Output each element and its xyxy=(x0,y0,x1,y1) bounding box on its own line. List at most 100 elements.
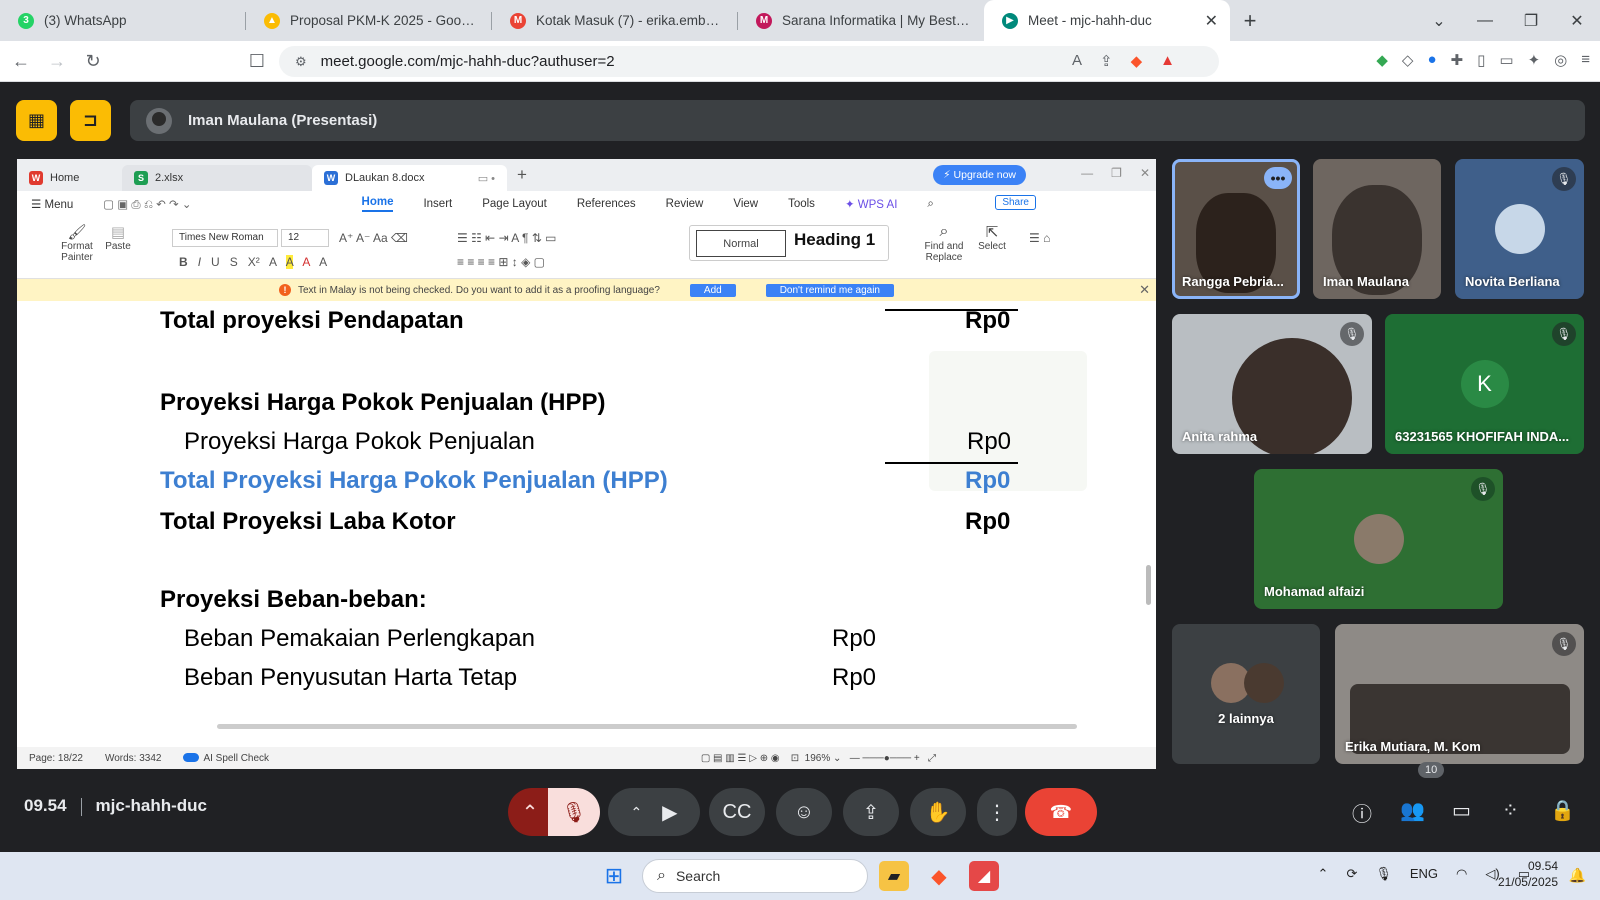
browser-tab-meet[interactable]: ▶ Meet - mjc-hahh-duc ✕ xyxy=(984,0,1230,41)
chevron-up-icon[interactable]: ⌃ xyxy=(1318,866,1329,882)
reload-icon[interactable]: ↻ xyxy=(78,51,108,72)
menu-wps-ai[interactable]: ✦ WPS AI xyxy=(845,197,897,211)
back-icon[interactable]: ← xyxy=(6,51,36,72)
restore-icon[interactable]: ❐ xyxy=(1508,11,1554,31)
brave-rewards-icon[interactable]: ▲ xyxy=(1160,52,1175,70)
vpn-icon[interactable]: ◎ xyxy=(1554,51,1567,69)
dont-remind-button[interactable]: Don't remind me again xyxy=(765,283,894,297)
browser-tab-sarana[interactable]: M Sarana Informatika | My Best | Unive xyxy=(738,0,984,41)
horizontal-scrollbar[interactable] xyxy=(17,719,1156,733)
file-explorer-icon[interactable]: ▰ xyxy=(879,861,909,891)
font-size-select[interactable]: 12 xyxy=(281,229,329,247)
wps-tab-xlsx[interactable]: S 2.xlsx xyxy=(122,165,312,191)
more-options-icon[interactable]: ••• xyxy=(1264,167,1292,189)
share-icon[interactable]: ⇪ xyxy=(1100,52,1113,70)
sync-icon[interactable]: ⟳ xyxy=(1346,866,1357,882)
people-icon[interactable]: 👥 xyxy=(1400,798,1425,823)
format-painter-button[interactable]: 🖌 Format Painter xyxy=(55,223,99,263)
style-heading-1[interactable]: Heading 1 xyxy=(794,230,875,250)
close-window-icon[interactable]: ✕ xyxy=(1554,11,1600,31)
omnibox[interactable]: ⚙ meet.google.com/mjc-hahh-duc?authuser=… xyxy=(279,46,1219,77)
menu-button[interactable]: ☰ Menu xyxy=(31,197,73,211)
style-normal[interactable]: Normal xyxy=(696,230,786,257)
leave-call-button[interactable]: ☎ xyxy=(1025,788,1097,836)
info-icon[interactable]: ⓘ xyxy=(1352,798,1372,827)
more-options-button[interactable]: ⋮ xyxy=(977,788,1017,836)
search-icon[interactable]: ⌕ xyxy=(927,198,933,211)
bookmark-icon[interactable]: ☐ xyxy=(242,51,272,72)
close-icon[interactable]: ✕ xyxy=(1139,282,1150,298)
participant-tile[interactable]: 🎙 Erika Mutiara, M. Kom xyxy=(1335,624,1584,764)
upgrade-button[interactable]: ⚡ Upgrade now xyxy=(933,165,1026,185)
menu-home[interactable]: Home xyxy=(361,196,394,212)
minimize-icon[interactable]: — xyxy=(1081,166,1093,180)
mic-icon[interactable]: 🎙 xyxy=(1375,866,1392,882)
sticky-app-icon[interactable]: ◢ xyxy=(969,861,999,891)
reactions-button[interactable]: ☺ xyxy=(776,788,832,836)
host-controls-icon[interactable]: 🔒 xyxy=(1550,798,1575,823)
minimize-icon[interactable]: — xyxy=(1462,12,1508,30)
wifi-icon[interactable]: ◠ xyxy=(1456,866,1467,882)
browser-tab-gmail[interactable]: M Kotak Masuk (7) - erika.emb@bsi.ac xyxy=(492,0,738,41)
menu-tools[interactable]: Tools xyxy=(788,198,815,210)
quick-access-icons[interactable]: ▢ ▣ ⎙ ⎌ ↶ ↷ ⌄ xyxy=(103,197,191,212)
menu-icon[interactable]: ≡ xyxy=(1581,51,1590,69)
participant-tile[interactable]: 🎙 Mohamad alfaizi xyxy=(1254,469,1503,609)
puzzle-icon[interactable]: ✚ xyxy=(1451,51,1464,69)
taskbar-clock[interactable]: 09.54 21/05/2025 xyxy=(1498,858,1558,890)
extension-icon[interactable]: ◆ xyxy=(1376,51,1388,69)
present-button[interactable]: ⇪ xyxy=(843,788,899,836)
camera-button[interactable]: ⌃ ▶ xyxy=(608,788,700,836)
brave-browser-icon[interactable]: ◆ xyxy=(924,861,954,891)
extension-icon[interactable]: ◇ xyxy=(1402,51,1414,69)
new-doc-button[interactable]: + xyxy=(517,165,527,185)
list-icons[interactable]: ☰ ☷ ⇤ ⇥ A ¶ ⇅ ▭ xyxy=(457,231,556,245)
windows-start-icon[interactable]: ⊞ xyxy=(599,861,629,891)
align-icons[interactable]: ≡ ≡ ≡ ≡ ⊞ ↕ ◈ ▢ xyxy=(457,255,545,269)
wps-tab-docx[interactable]: W DLaukan 8.docx ▭ • xyxy=(312,165,507,191)
mic-off-icon[interactable]: 🎙 xyxy=(548,788,600,836)
font-grow-icon[interactable]: A⁺ A⁻ Aa ⌫ xyxy=(339,231,408,245)
taskbar-search[interactable]: ⌕ Search xyxy=(642,859,868,893)
font-name-select[interactable]: Times New Roman xyxy=(172,229,278,247)
audio-options-button[interactable]: ⌃ xyxy=(508,788,552,836)
wps-tab-home[interactable]: W Home xyxy=(17,165,122,191)
browser-tab-whatsapp[interactable]: 3 (3) WhatsApp xyxy=(0,0,246,41)
vertical-scrollbar[interactable] xyxy=(1142,315,1156,715)
menu-page-layout[interactable]: Page Layout xyxy=(482,198,547,210)
leo-icon[interactable]: ✦ xyxy=(1528,51,1541,69)
document-page[interactable]: Total proyeksi Pendapatan Rp0 Proyeksi H… xyxy=(17,301,1156,717)
find-replace-button[interactable]: ⌕ Find and Replace xyxy=(919,223,969,263)
others-tile[interactable]: 2 lainnya xyxy=(1172,624,1320,764)
browser-tab-drive[interactable]: ▲ Proposal PKM-K 2025 - Google Driv xyxy=(246,0,492,41)
text-format-icons[interactable]: B I U S X² A A A A xyxy=(179,255,327,269)
close-icon[interactable]: ▭ • xyxy=(478,172,495,185)
close-tab-icon[interactable]: ✕ xyxy=(1205,11,1218,31)
participant-tile[interactable]: ••• Rangga Pebria... xyxy=(1172,159,1300,299)
participant-tile[interactable]: K 🎙 63231565 KHOFIFAH INDA... xyxy=(1385,314,1584,454)
forward-icon[interactable]: → xyxy=(42,51,72,72)
tab-search-icon[interactable]: ⌄ xyxy=(1416,11,1462,31)
more-tools-icons[interactable]: ☰ ⌂ xyxy=(1029,231,1050,245)
stop-presenting-icon[interactable]: ▦ xyxy=(16,100,57,141)
paste-button[interactable]: ▤ Paste xyxy=(101,223,135,252)
spell-check-toggle[interactable]: AI Spell Check xyxy=(183,753,269,764)
brave-shield-icon[interactable]: ◆ xyxy=(1131,52,1143,70)
share-button[interactable]: Share xyxy=(995,195,1036,210)
zoom-level[interactable]: ▢ ▤ ▥ ☰ ▷ ⊕ ◉ ⊡ 196% ⌄ — ───●─── + ⤢ xyxy=(701,753,936,764)
site-info-icon[interactable]: ⚙ xyxy=(295,54,307,70)
add-language-button[interactable]: Add xyxy=(689,283,736,297)
layout-icon[interactable]: ⊐ xyxy=(70,100,111,141)
menu-review[interactable]: Review xyxy=(666,198,704,210)
menu-references[interactable]: References xyxy=(577,198,636,210)
captions-button[interactable]: CC xyxy=(709,788,765,836)
participant-tile[interactable]: 🎙 Novita Berliana xyxy=(1455,159,1584,299)
sidebar-icon[interactable]: ▯ xyxy=(1477,51,1485,69)
wallet-icon[interactable]: ▭ xyxy=(1499,51,1513,69)
menu-view[interactable]: View xyxy=(733,198,758,210)
language-indicator[interactable]: ENG xyxy=(1410,866,1438,882)
activities-icon[interactable]: ⁘ xyxy=(1502,798,1519,823)
select-button[interactable]: ⇱ Select xyxy=(972,223,1012,252)
close-icon[interactable]: ✕ xyxy=(1140,166,1150,180)
translate-icon[interactable]: A xyxy=(1072,52,1082,70)
